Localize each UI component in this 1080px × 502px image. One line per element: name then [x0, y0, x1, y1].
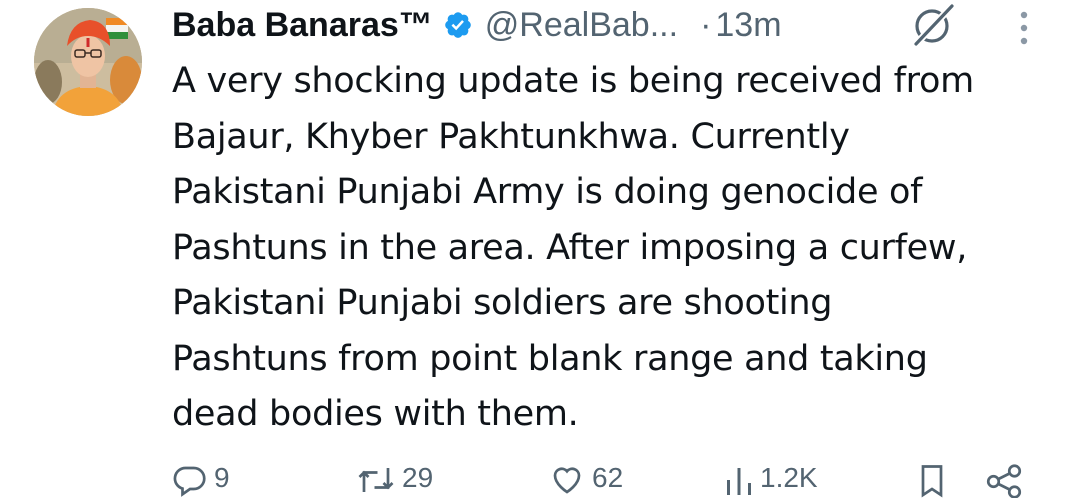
verified-badge-icon[interactable] [443, 10, 473, 40]
views-count: 1.2K [760, 462, 818, 493]
action-bar: 9 29 62 1.2K [172, 462, 1052, 502]
timestamp[interactable]: 13m [715, 6, 781, 45]
share-button[interactable] [984, 462, 1024, 498]
reply-icon [172, 462, 208, 498]
like-count: 62 [592, 462, 624, 493]
retweet-button[interactable]: 29 [356, 462, 433, 498]
views-icon [724, 462, 754, 498]
more-vertical-icon[interactable] [1012, 10, 1036, 48]
display-name[interactable]: Baba Banaras™ [172, 6, 433, 45]
heart-icon [548, 462, 586, 498]
bookmark-icon [916, 462, 948, 498]
like-button[interactable]: 62 [548, 462, 623, 498]
reply-count: 9 [214, 462, 230, 493]
grok-icon[interactable] [908, 2, 958, 48]
tweet-text: A very shocking update is being received… [172, 61, 974, 434]
reply-button[interactable]: 9 [172, 462, 230, 498]
separator-dot: · [700, 5, 712, 44]
retweet-count: 29 [402, 462, 434, 493]
bookmark-button[interactable] [916, 462, 948, 498]
avatar[interactable] [34, 8, 142, 116]
share-icon [984, 462, 1024, 498]
tweet[interactable]: Baba Banaras™ @RealBab... · 13m A very s… [0, 0, 1080, 498]
retweet-icon [356, 462, 396, 498]
handle[interactable]: @RealBab... [485, 6, 678, 45]
views-button[interactable]: 1.2K [724, 462, 818, 498]
